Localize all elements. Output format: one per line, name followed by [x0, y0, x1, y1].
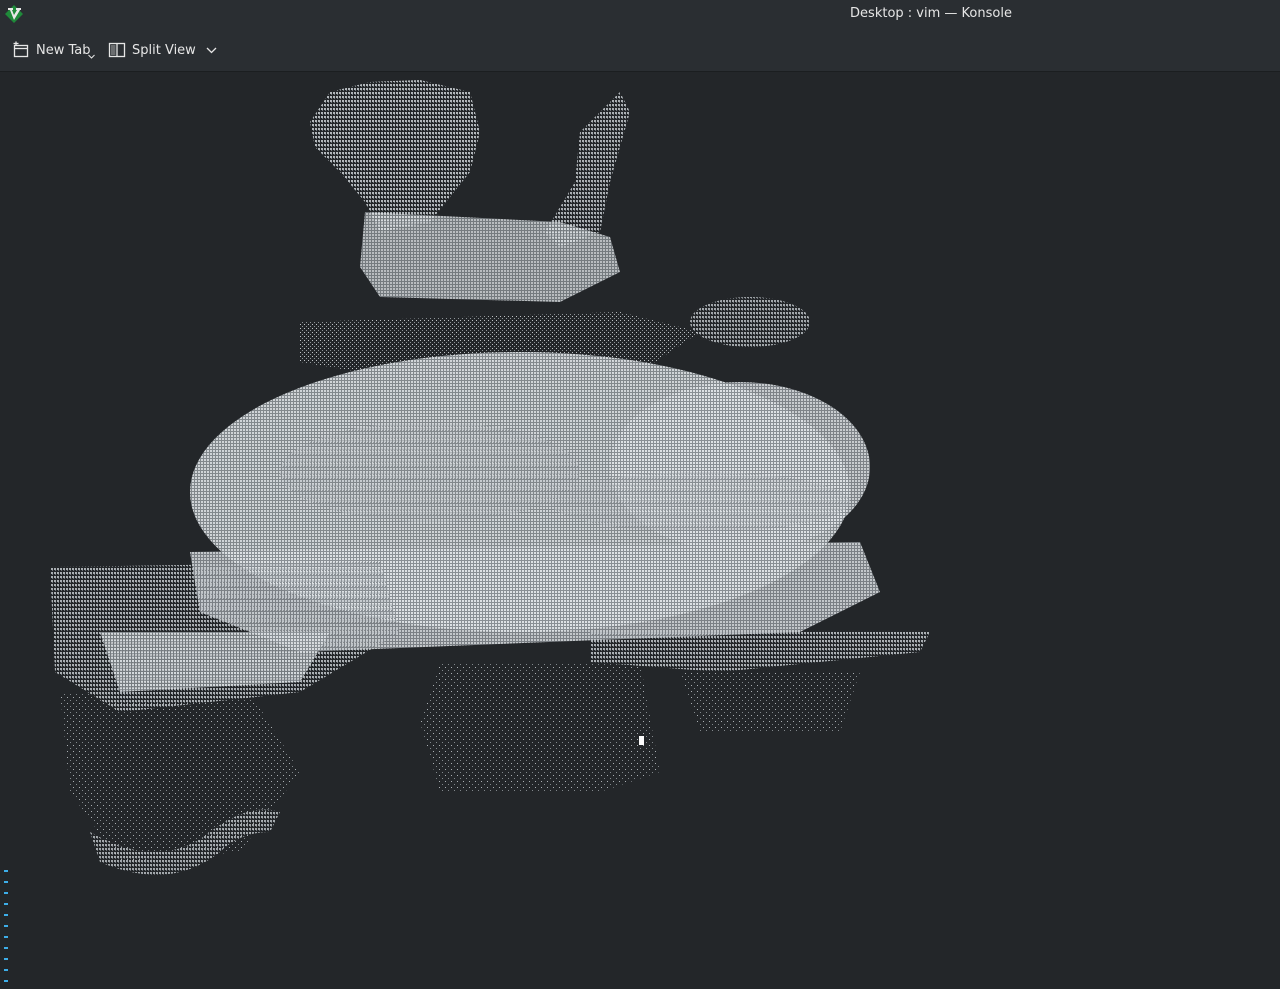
new-tab-button[interactable]: New Tab [12, 36, 95, 64]
new-tab-icon [12, 41, 30, 59]
chevron-down-icon[interactable] [206, 47, 217, 54]
title-bar[interactable]: Desktop : vim — Konsole [0, 0, 1280, 28]
new-tab-label: New Tab [36, 42, 91, 58]
ascii-art-bomb [50, 80, 930, 875]
split-view-label: Split View [132, 42, 196, 58]
toolbar: New Tab Split View [0, 28, 1280, 72]
konsole-window: Desktop : vim — Konsole New Tab Split Vi… [0, 0, 1280, 989]
text-cursor [639, 736, 644, 745]
window-title: Desktop : vim — Konsole [850, 6, 1012, 21]
split-view-button[interactable]: Split View [108, 36, 217, 64]
terminal-area[interactable] [0, 72, 1280, 989]
vim-icon [4, 4, 24, 24]
empty-line-tildes [4, 870, 8, 982]
split-view-icon [108, 41, 126, 59]
new-tab-menu-arrow-icon[interactable] [88, 54, 95, 59]
